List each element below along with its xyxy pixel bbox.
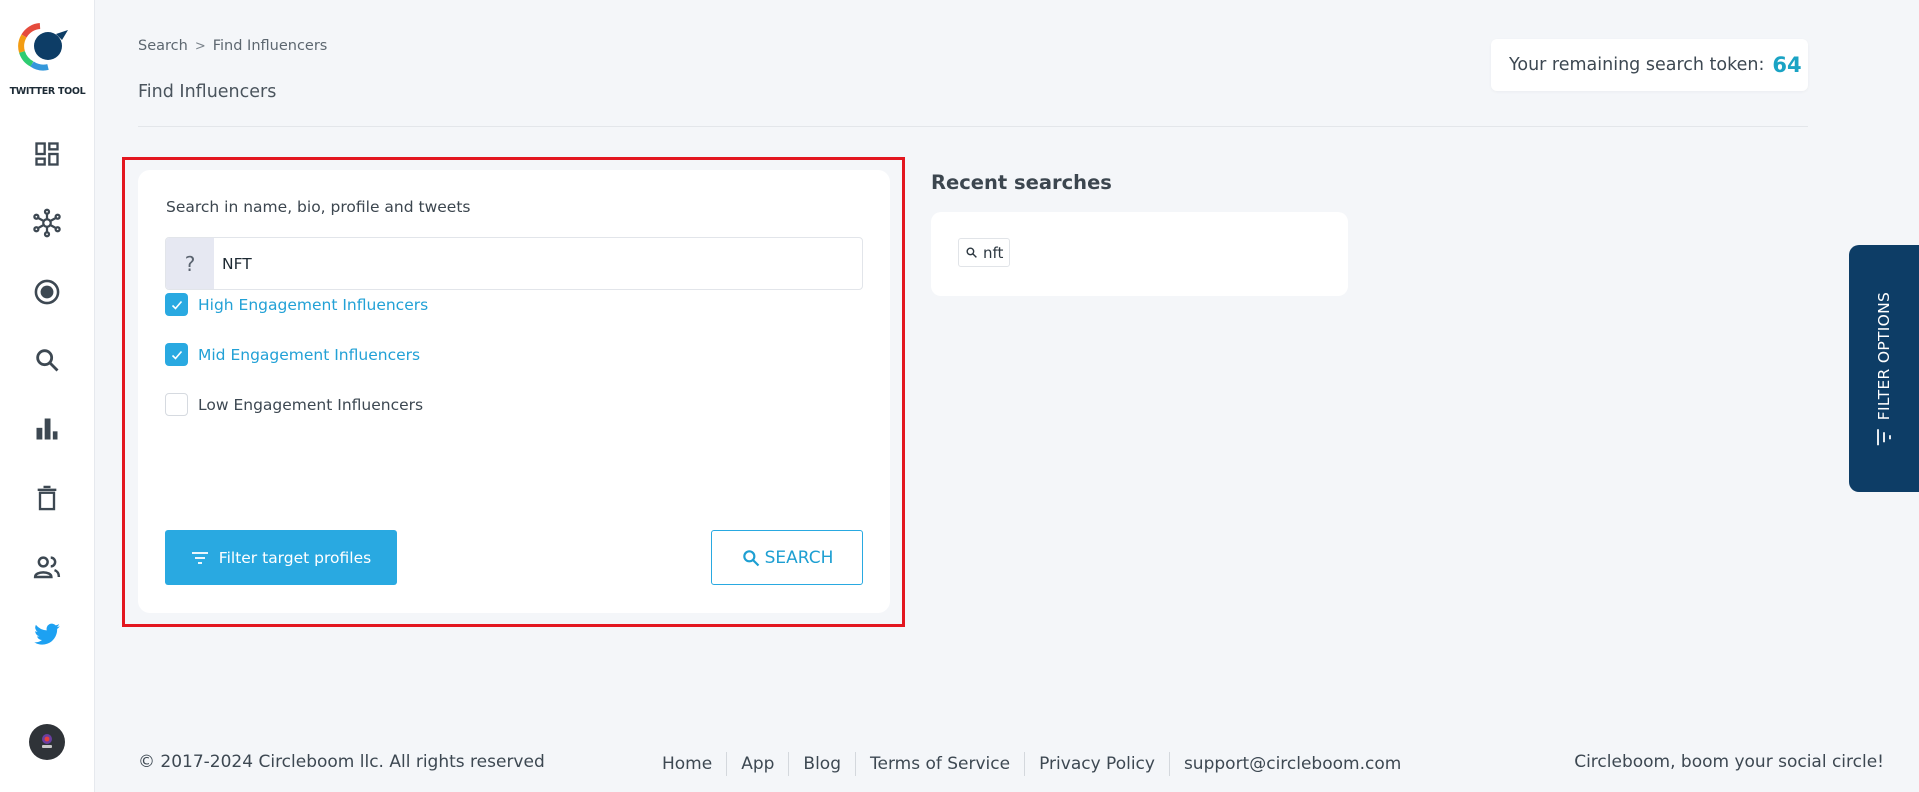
footer: © 2017-2024 Circleboom llc. All rights r… [138,752,1888,776]
checkbox-label: Mid Engagement Influencers [198,345,421,364]
search-icon [966,247,977,258]
token-value: 64 [1772,53,1802,77]
sidebar-item-network[interactable] [31,207,63,239]
search-field: ? [165,237,863,290]
checkbox-high-engagement[interactable]: High Engagement Influencers [165,293,428,316]
recent-searches-card: nft [931,212,1348,296]
recent-search-label: nft [983,243,1004,262]
logo-text: TWITTER TOOL [9,86,86,97]
checkbox-low-engagement[interactable]: Low Engagement Influencers [165,393,423,416]
question-mark-icon: ? [166,238,214,289]
search-token-badge: Your remaining search token: 64 [1491,39,1808,91]
search-input[interactable] [214,238,862,289]
checkmark-icon[interactable] [165,343,188,366]
sidebar-item-dashboard[interactable] [31,138,63,170]
filter-target-profiles-button[interactable]: Filter target profiles [165,530,397,585]
footer-link-home[interactable]: Home [662,752,726,776]
footer-copyright: © 2017-2024 Circleboom llc. All rights r… [138,752,545,772]
dashboard-icon [35,142,59,166]
user-avatar[interactable] [29,724,65,760]
search-button[interactable]: SEARCH [711,530,863,585]
sidebar-item-analytics[interactable] [31,413,63,445]
sidebar-item-users[interactable] [31,551,63,583]
trash-icon [37,485,57,511]
twitter-icon [34,623,60,645]
footer-link-blog[interactable]: Blog [788,752,855,776]
sidebar-item-target[interactable] [31,276,63,308]
sidebar-item-twitter[interactable] [31,619,63,651]
footer-link-terms[interactable]: Terms of Service [855,752,1024,776]
breadcrumb-search-link[interactable]: Search [138,38,188,54]
footer-slogan: Circleboom, boom your social circle! [1574,752,1884,772]
search-card: Search in name, bio, profile and tweets … [138,170,890,613]
header-divider [138,126,1808,127]
checkbox-label: Low Engagement Influencers [198,395,424,414]
breadcrumb-current: Find Influencers [212,38,328,54]
token-label: Your remaining search token: [1509,55,1765,75]
checkbox-label: High Engagement Influencers [198,295,429,314]
sidebar: TWITTER TOOL [0,0,95,792]
checkbox-empty[interactable] [165,393,188,416]
twitter-tool-logo[interactable] [18,22,76,74]
footer-link-app[interactable]: App [726,752,788,776]
filter-lines-icon [1877,429,1891,446]
bar-chart-icon [36,418,58,440]
recent-searches-title: Recent searches [931,171,1112,194]
footer-links: Home App Blog Terms of Service Privacy P… [662,752,1415,776]
page-title: Find Influencers [138,82,277,102]
filter-options-label: FILTER OPTIONS [1875,291,1893,421]
filter-button-label: Filter target profiles [218,548,372,567]
recent-search-chip[interactable]: nft [958,238,1011,267]
target-icon [34,279,60,305]
checkmark-icon[interactable] [165,293,188,316]
filter-lines-icon [191,551,208,564]
sidebar-item-search[interactable] [31,344,63,376]
chevron-right-icon: > [194,38,206,54]
network-icon [33,208,61,238]
sidebar-item-delete[interactable] [31,482,63,514]
search-button-label: SEARCH [764,547,834,568]
search-icon [36,349,59,372]
footer-link-support-email[interactable]: support@circleboom.com [1168,752,1415,776]
search-icon [742,549,759,566]
avatar-image-icon [42,734,52,748]
footer-link-privacy[interactable]: Privacy Policy [1024,752,1169,776]
breadcrumb: Search > Find Influencers [138,38,327,54]
users-icon [33,556,61,579]
filter-options-tab[interactable]: FILTER OPTIONS [1849,245,1919,492]
checkbox-mid-engagement[interactable]: Mid Engagement Influencers [165,343,420,366]
search-card-label: Search in name, bio, profile and tweets [166,198,471,216]
